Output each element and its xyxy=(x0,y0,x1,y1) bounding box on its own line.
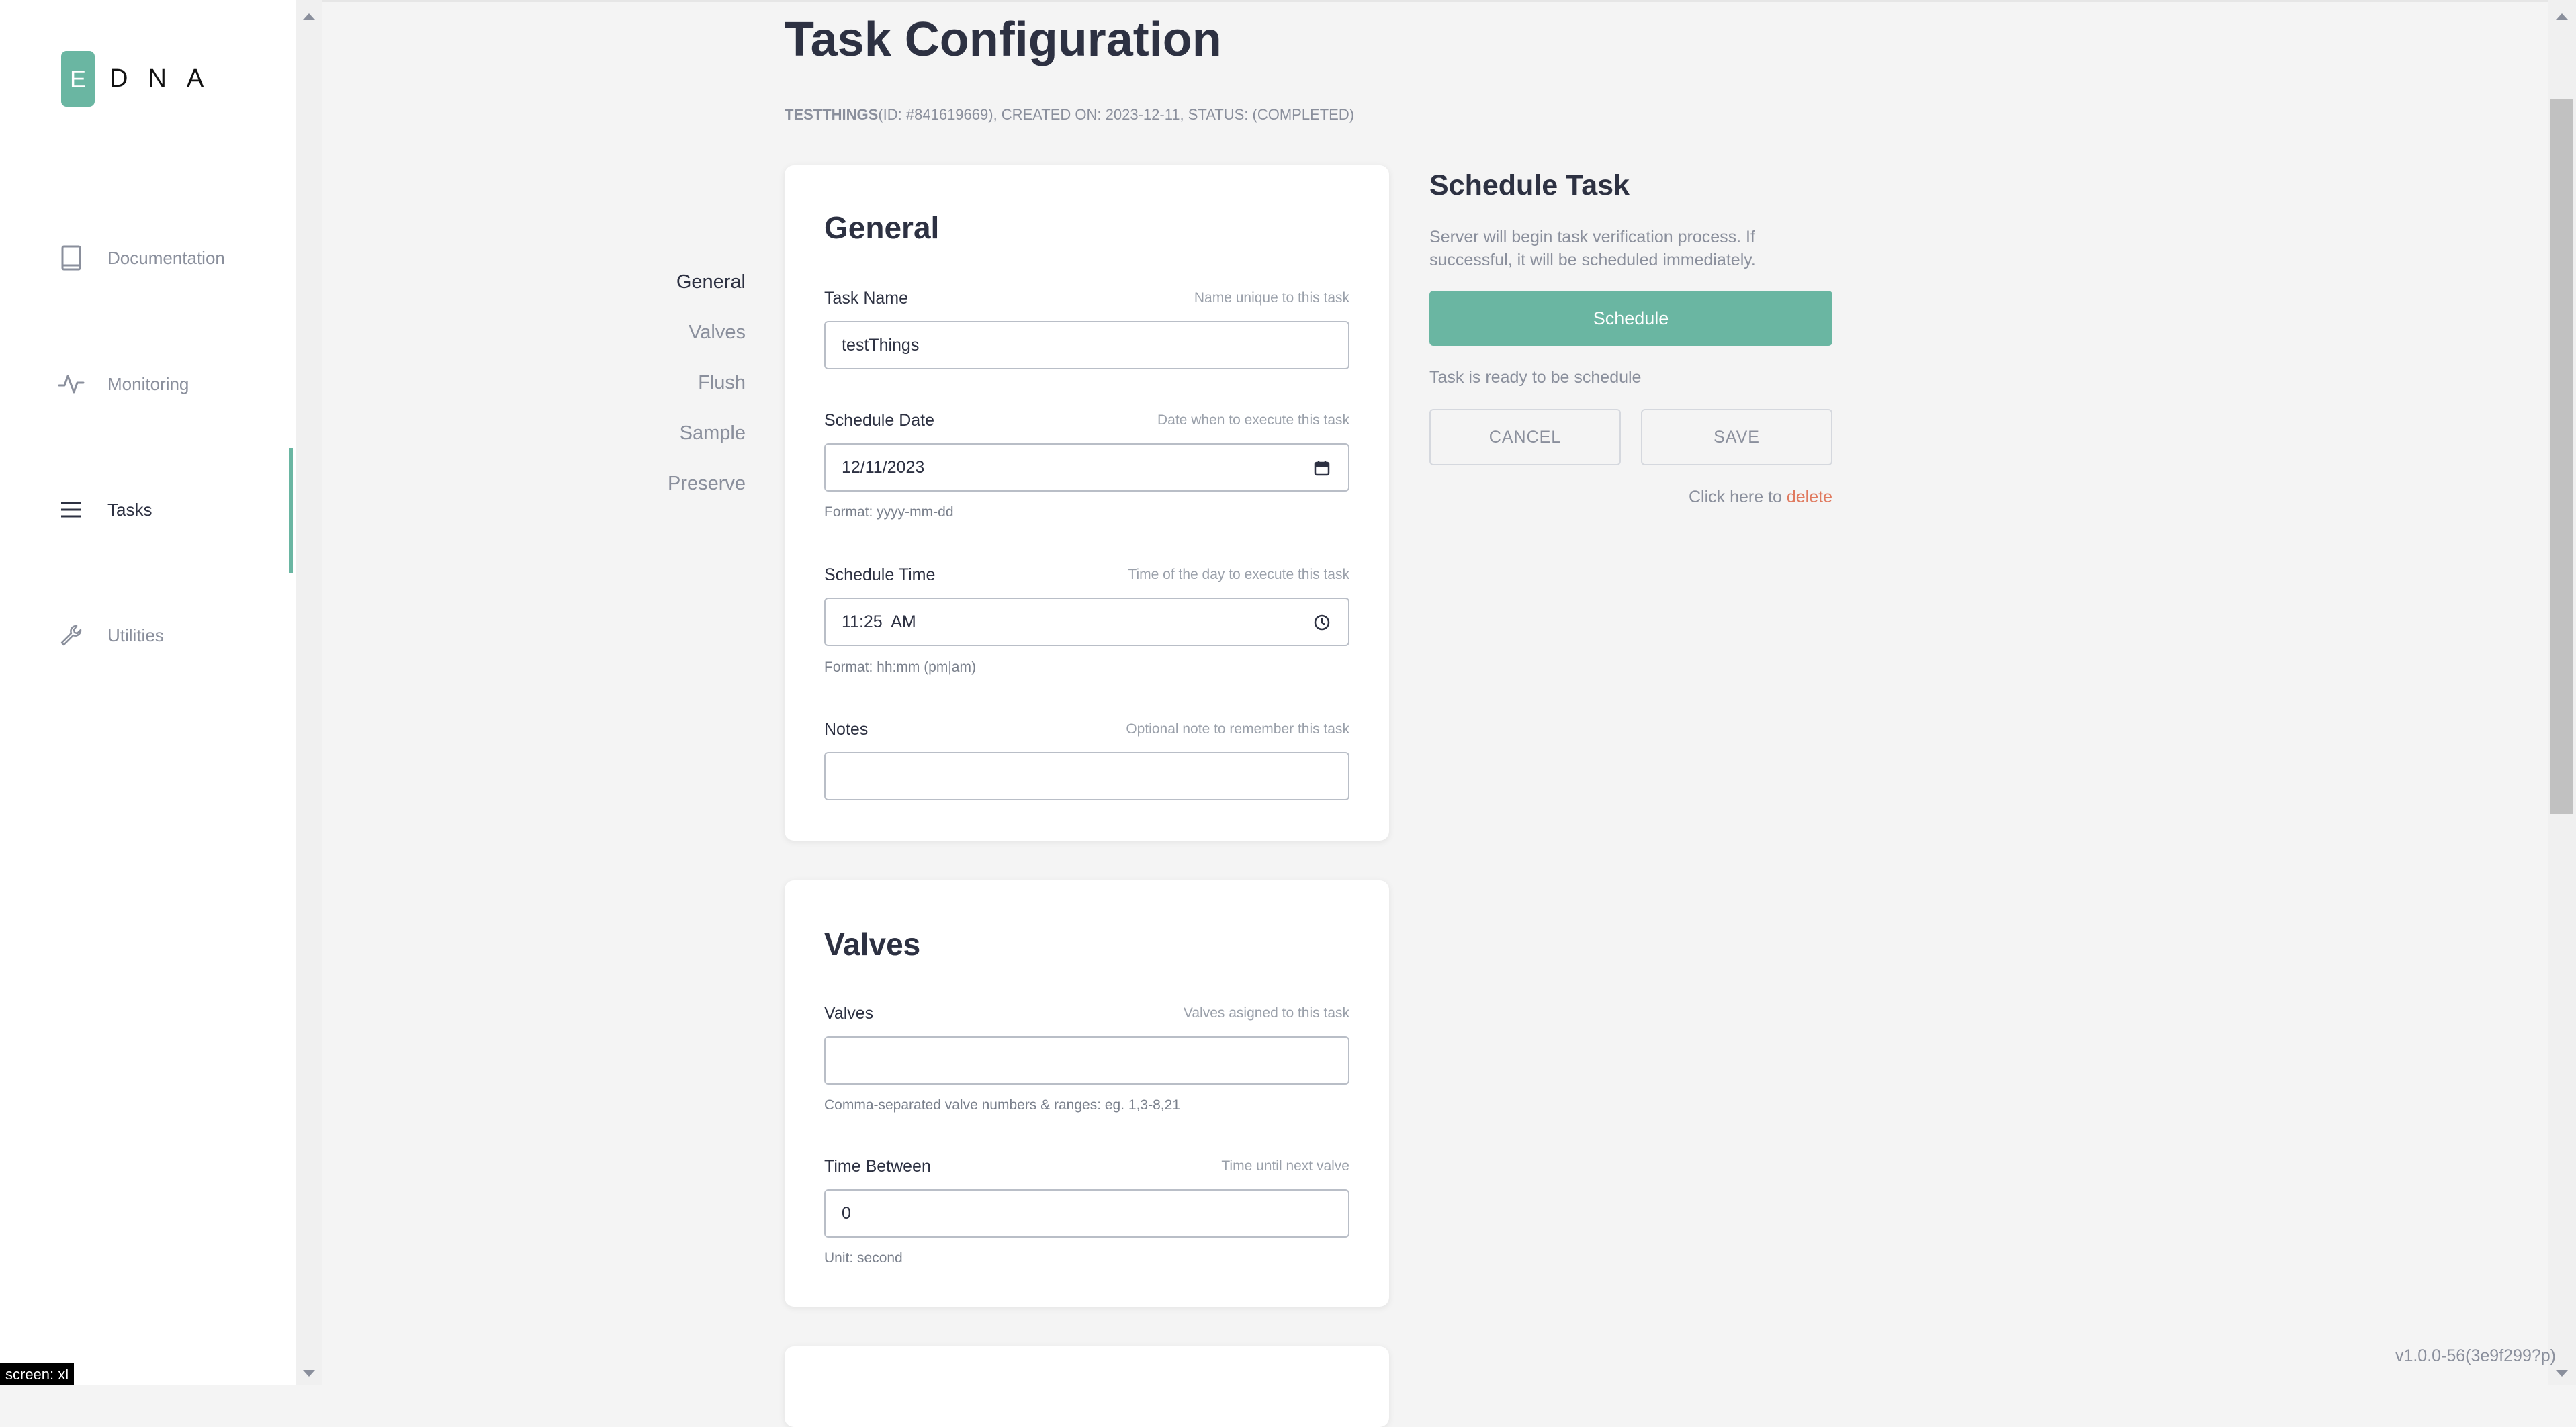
task-meta-details: (ID: #841619669), CREATED ON: 2023-12-11… xyxy=(878,106,1355,123)
wrench-icon xyxy=(58,622,85,649)
notes-label: Notes xyxy=(824,720,869,739)
sidebar-item-tasks[interactable]: Tasks xyxy=(58,490,152,530)
save-button[interactable]: SAVE xyxy=(1641,409,1832,465)
scroll-up-icon[interactable] xyxy=(2556,13,2568,20)
calendar-icon[interactable] xyxy=(1313,459,1331,477)
notes-hint: Optional note to remember this task xyxy=(1126,721,1349,737)
book-icon xyxy=(58,244,85,271)
schedule-title: Schedule Task xyxy=(1429,169,1630,201)
sidebar-item-label: Tasks xyxy=(107,499,152,520)
sidebar-scrollbar[interactable] xyxy=(296,0,322,1385)
valves-input[interactable] xyxy=(824,1036,1349,1085)
menu-lines-icon xyxy=(58,496,85,523)
sidebar-item-label: Documentation xyxy=(107,247,225,268)
schedule-date-label: Schedule Date xyxy=(824,411,935,430)
logo-text: DNA xyxy=(109,64,224,93)
clock-icon[interactable] xyxy=(1313,614,1331,631)
schedule-status: Task is ready to be schedule xyxy=(1429,368,1642,387)
schedule-time-help: Format: hh:mm (pm|am) xyxy=(824,659,976,675)
sidebar-item-utilities[interactable]: Utilities xyxy=(58,615,164,655)
schedule-time-input[interactable]: 11:25 AM xyxy=(824,598,1349,646)
task-name-label: Task Name xyxy=(824,289,909,308)
scroll-down-icon[interactable] xyxy=(303,1370,315,1377)
task-name-hint: Name unique to this task xyxy=(1194,290,1349,306)
task-name-value: testThings xyxy=(842,335,920,355)
app-logo[interactable]: E DNA xyxy=(61,51,224,107)
logo-badge: E xyxy=(61,51,95,107)
section-link-flush[interactable]: Flush xyxy=(605,363,746,413)
section-link-preserve[interactable]: Preserve xyxy=(605,463,746,514)
delete-link[interactable]: delete xyxy=(1787,488,1832,506)
delete-line: Click here to delete xyxy=(1689,488,1832,507)
schedule-time-value: 11:25 AM xyxy=(842,612,916,631)
time-between-value: 0 xyxy=(842,1203,851,1223)
task-name-input[interactable]: testThings xyxy=(824,321,1349,369)
schedule-button[interactable]: Schedule xyxy=(1429,291,1832,346)
time-between-hint: Time until next valve xyxy=(1221,1158,1349,1174)
scrollbar-thumb[interactable] xyxy=(2550,99,2573,814)
section-link-valves[interactable]: Valves xyxy=(605,312,746,363)
active-indicator xyxy=(289,448,293,573)
schedule-description: Server will begin task verification proc… xyxy=(1429,228,1756,269)
schedule-date-help: Format: yyyy-mm-dd xyxy=(824,504,954,520)
screen-size-tag: screen: xl xyxy=(0,1363,75,1385)
section-link-sample[interactable]: Sample xyxy=(605,413,746,463)
version-label: v1.0.0-56(3e9f299?p) xyxy=(2395,1346,2556,1365)
task-meta: TESTTHINGS(ID: #841619669), CREATED ON: … xyxy=(785,106,1354,124)
pulse-icon xyxy=(58,371,85,398)
time-between-input[interactable]: 0 xyxy=(824,1189,1349,1238)
top-divider xyxy=(322,0,2548,2)
scroll-up-icon[interactable] xyxy=(303,13,315,20)
valves-hint: Valves asigned to this task xyxy=(1183,1005,1349,1021)
schedule-date-hint: Date when to execute this task xyxy=(1157,412,1349,428)
schedule-date-input[interactable]: 12/11/2023 xyxy=(824,443,1349,492)
task-meta-name: TESTTHINGS xyxy=(785,106,879,123)
card-title: General xyxy=(824,210,940,245)
schedule-time-hint: Time of the day to execute this task xyxy=(1128,567,1349,582)
section-link-general[interactable]: General xyxy=(605,262,746,312)
sidebar: E DNA Documentation Monitoring Tasks Uti… xyxy=(0,0,296,1385)
general-card: General Task Name Name unique to this ta… xyxy=(785,165,1389,841)
delete-prefix: Click here to xyxy=(1688,488,1787,506)
valves-help: Comma-separated valve numbers & ranges: … xyxy=(824,1097,1180,1113)
time-between-label: Time Between xyxy=(824,1157,931,1176)
sidebar-item-label: Monitoring xyxy=(107,373,189,394)
sidebar-item-label: Utilities xyxy=(107,625,164,645)
valves-label: Valves xyxy=(824,1004,874,1023)
schedule-time-label: Schedule Time xyxy=(824,565,936,584)
cancel-button[interactable]: CANCEL xyxy=(1429,409,1621,465)
sidebar-item-monitoring[interactable]: Monitoring xyxy=(58,364,189,404)
valves-card: Valves Valves Valves asigned to this tas… xyxy=(785,880,1389,1307)
page-title: Task Configuration xyxy=(785,13,1222,66)
card-title: Valves xyxy=(824,927,921,962)
time-between-help: Unit: second xyxy=(824,1250,903,1266)
schedule-date-value: 12/11/2023 xyxy=(842,457,925,477)
sidebar-item-documentation[interactable]: Documentation xyxy=(58,238,225,278)
scroll-down-icon[interactable] xyxy=(2556,1370,2568,1377)
notes-input[interactable] xyxy=(824,752,1349,800)
flush-card xyxy=(785,1346,1389,1427)
section-nav: General Valves Flush Sample Preserve xyxy=(605,262,746,514)
